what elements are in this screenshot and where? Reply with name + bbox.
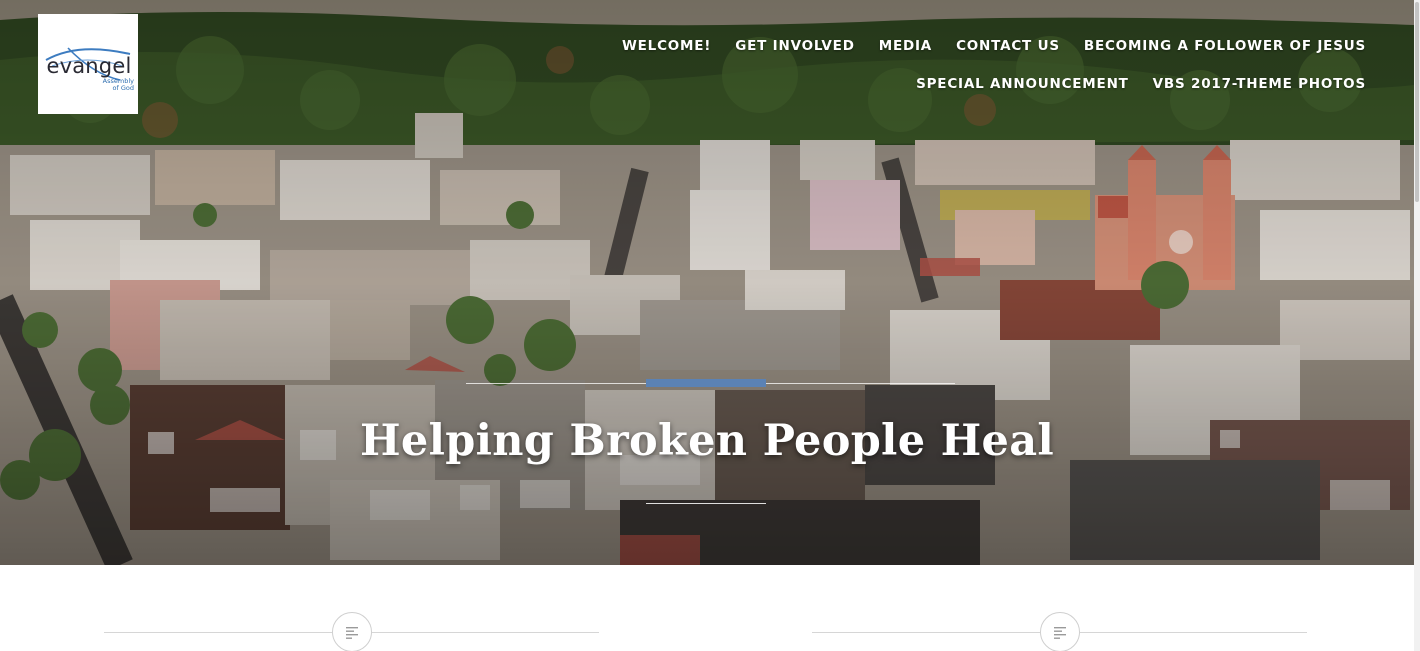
post-divider-left-b (372, 632, 599, 633)
nav-item-contact-us[interactable]: CONTACT US (956, 36, 1060, 56)
page-scrollbar[interactable] (1414, 0, 1420, 651)
nav-item-welcome[interactable]: WELCOME! (622, 36, 711, 56)
hero-title: Helping Broken People Heal (359, 416, 1054, 466)
post-divider-right-a (812, 632, 1040, 633)
logo-subtitle-line2: of God (112, 84, 134, 92)
post-divider-right-b (1080, 632, 1307, 633)
hero-title-accent-bar (646, 379, 766, 387)
logo-wordmark: evangel (46, 54, 132, 78)
post-format-standard-icon (332, 612, 372, 651)
scrollbar-thumb[interactable] (1415, 2, 1419, 202)
post-divider-left-a (104, 632, 332, 633)
hero-banner: evangel Assembly of God WELCOME! GET INV… (0, 0, 1414, 565)
nav-item-vbs-2017-theme-photos[interactable]: VBS 2017-THEME PHOTOS (1153, 74, 1366, 94)
nav-item-becoming-a-follower[interactable]: BECOMING A FOLLOWER OF JESUS (1084, 36, 1366, 56)
hero-title-bottom-rule (646, 503, 766, 504)
logo-subtitle: Assembly of God (82, 78, 134, 92)
nav-item-media[interactable]: MEDIA (879, 36, 932, 56)
nav-item-special-announcement[interactable]: SPECIAL ANNOUNCEMENT (916, 74, 1129, 94)
nav-item-get-involved[interactable]: GET INVOLVED (735, 36, 854, 56)
post-format-standard-icon (1040, 612, 1080, 651)
site-logo[interactable]: evangel Assembly of God (38, 14, 138, 114)
main-navigation: WELCOME! GET INVOLVED MEDIA CONTACT US B… (546, 36, 1366, 94)
